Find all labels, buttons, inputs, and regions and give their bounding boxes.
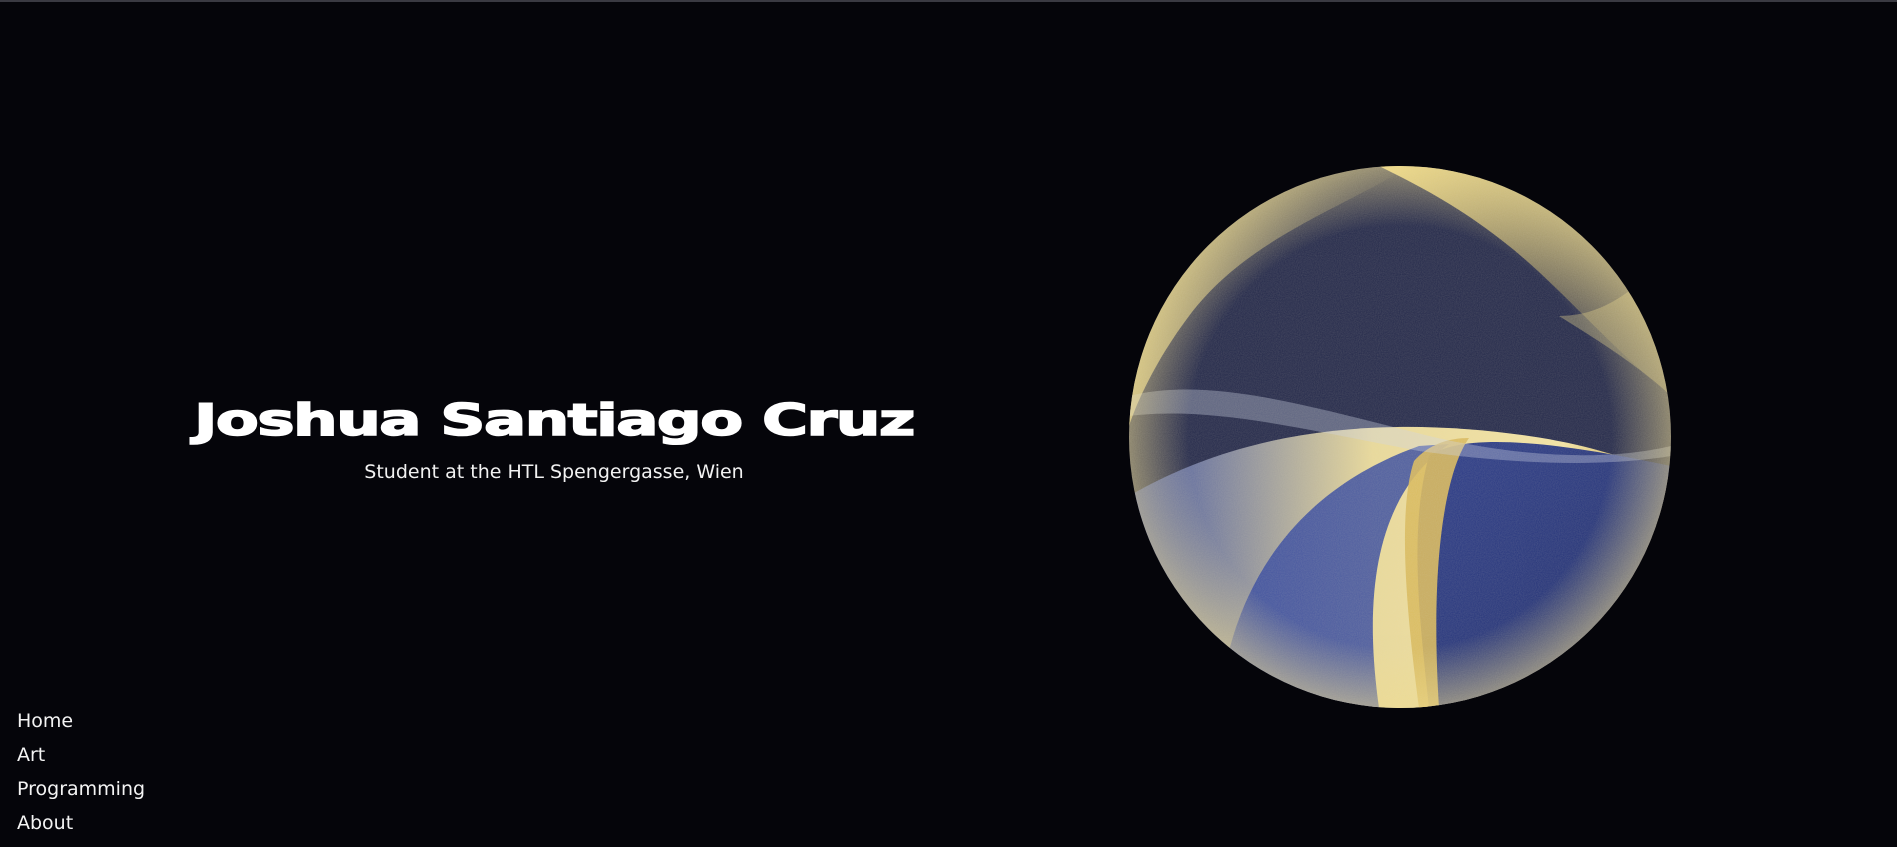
page-subtitle: Student at the HTL Spengergasse, Wien: [364, 461, 744, 483]
main-nav: Home Art Programming About: [17, 704, 145, 840]
hero-section: Joshua Santiago Cruz Student at the HTL …: [0, 395, 1108, 484]
artwork-graphic: [1129, 166, 1671, 708]
nav-item-home[interactable]: Home: [17, 704, 145, 738]
top-divider: [0, 0, 1897, 2]
nav-item-programming[interactable]: Programming: [17, 772, 145, 806]
nav-item-art[interactable]: Art: [17, 738, 145, 772]
nav-item-about[interactable]: About: [17, 806, 145, 840]
abstract-artwork: [1129, 166, 1671, 708]
